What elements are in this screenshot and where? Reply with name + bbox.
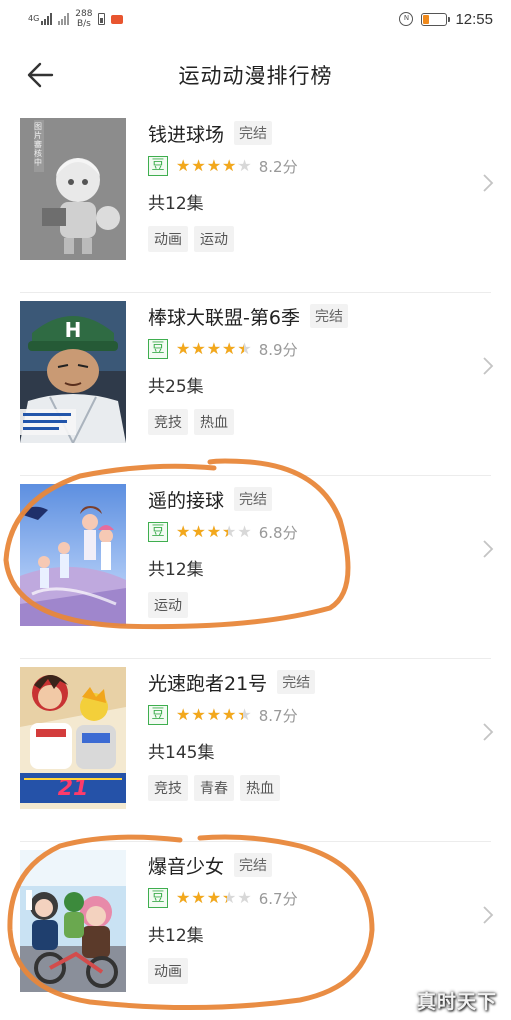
tag[interactable]: 运动 — [194, 226, 234, 252]
clock: 12:55 — [455, 10, 493, 28]
status-left: 4G 288 B/s — [28, 9, 124, 29]
page-header: 运动动漫排行榜 — [0, 48, 511, 100]
rating-row: 豆 ★★★★★★★★★★ 8.9分 — [148, 337, 461, 361]
star-rating: ★★★★★★★★★★ — [176, 888, 253, 907]
network-type: 4G — [28, 14, 40, 23]
star-rating: ★★★★★★★★★★ — [176, 339, 253, 358]
signal-icon — [41, 13, 53, 25]
star-rating: ★★★★★★★★★★ — [176, 522, 253, 541]
douban-icon: 豆 — [148, 522, 168, 542]
list-item[interactable]: H 棒球大联盟-第6季 完结 豆 ★★★★★★★★★★ 8.9分 — [20, 293, 494, 476]
list-item[interactable]: 遥的接球 完结 豆 ★★★★★★★★★★ 6.8分 共12集 运动 — [20, 476, 494, 659]
chevron-right-icon — [483, 174, 494, 192]
douban-icon: 豆 — [148, 156, 168, 176]
status-badge: 完结 — [277, 670, 316, 694]
poster-image — [20, 850, 126, 992]
status-badge: 完结 — [234, 853, 273, 877]
episode-count: 共12集 — [148, 194, 204, 214]
status-badge: 完结 — [234, 487, 273, 511]
item-info: 遥的接球 完结 豆 ★★★★★★★★★★ 6.8分 共12集 运动 — [148, 484, 461, 618]
episode-count: 共12集 — [148, 926, 204, 946]
episode-count: 共25集 — [148, 377, 204, 397]
score-text: 8.9分 — [258, 340, 298, 359]
score-text: 8.2分 — [258, 157, 298, 176]
tag-list: 竞技 热血 — [148, 409, 461, 435]
tag[interactable]: 热血 — [240, 775, 280, 801]
status-badge: 完结 — [234, 121, 273, 145]
poster-caption: 图片審核中 — [34, 122, 42, 167]
item-info: 光速跑者21号 完结 豆 ★★★★★★★★★★ 8.7分 共145集 竞技 青春… — [148, 667, 461, 801]
tag[interactable]: 动画 — [148, 958, 188, 984]
item-info: 棒球大联盟-第6季 完结 豆 ★★★★★★★★★★ 8.9分 共25集 竞技 热… — [148, 301, 461, 435]
item-title: 光速跑者21号 — [148, 672, 268, 695]
score-text: 6.8分 — [258, 523, 298, 542]
rating-row: 豆 ★★★★★★★★★★ 8.2分 — [148, 154, 461, 178]
small-battery-icon — [98, 13, 106, 25]
alarm-icon: N — [399, 12, 414, 26]
app-badge-icon — [111, 14, 124, 24]
douban-icon: 豆 — [148, 705, 168, 725]
item-title: 棒球大联盟-第6季 — [148, 306, 300, 329]
item-title: 爆音少女 — [148, 855, 225, 878]
status-badge: 完结 — [309, 304, 348, 328]
poster-image: 图片審核中 — [20, 118, 126, 260]
tag[interactable]: 竞技 — [148, 775, 188, 801]
star-rating: ★★★★★★★★★★ — [176, 705, 253, 724]
status-bar: 4G 288 B/s N 12:55 — [0, 0, 511, 38]
poster-image: 21 — [20, 667, 126, 809]
rating-row: 豆 ★★★★★★★★★★ 6.7分 — [148, 886, 461, 910]
rate-value: 288 — [75, 9, 93, 19]
item-info: 爆音少女 完结 豆 ★★★★★★★★★★ 6.7分 共12集 动画 — [148, 850, 461, 984]
douban-icon: 豆 — [148, 888, 168, 908]
tag[interactable]: 竞技 — [148, 409, 188, 435]
star-rating: ★★★★★★★★★★ — [176, 156, 253, 175]
item-info: 钱进球场 完结 豆 ★★★★★★★★★★ 8.2分 共12集 动画 运动 — [148, 118, 461, 252]
battery-icon — [421, 12, 451, 26]
score-text: 8.7分 — [258, 706, 298, 725]
douban-icon: 豆 — [148, 339, 168, 359]
wifi-signal-icon — [58, 13, 70, 25]
network-rate: 288 B/s — [75, 9, 92, 29]
watermark-text: 真时天下 — [416, 991, 497, 1013]
tag-list: 动画 — [148, 958, 461, 984]
item-title: 钱进球场 — [148, 123, 225, 146]
rate-unit: B/s — [76, 19, 91, 29]
ranking-list: 图片審核中 钱进球场 完结 豆 ★★★★★★★★★★ 8.2分 共12集 动画 … — [0, 110, 511, 1020]
tag-list: 竞技 青春 热血 — [148, 775, 461, 801]
score-text: 6.7分 — [258, 889, 298, 908]
poster-image: H — [20, 301, 126, 443]
tag[interactable]: 青春 — [194, 775, 234, 801]
item-title: 遥的接球 — [148, 489, 225, 512]
tag-list: 运动 — [148, 592, 461, 618]
status-right: N 12:55 — [399, 11, 493, 28]
episode-count: 共145集 — [148, 743, 215, 763]
tag[interactable]: 热血 — [194, 409, 234, 435]
poster-image — [20, 484, 126, 626]
rating-row: 豆 ★★★★★★★★★★ 8.7分 — [148, 703, 461, 727]
page-title: 运动动漫排行榜 — [178, 64, 333, 88]
chevron-right-icon — [483, 357, 494, 375]
tag[interactable]: 动画 — [148, 226, 188, 252]
svg-text:H: H — [65, 318, 82, 342]
episode-count: 共12集 — [148, 560, 204, 580]
chevron-right-icon — [483, 540, 494, 558]
list-item[interactable]: 21 光速跑者21号 完结 豆 ★★★★★★★★★★ 8.7分 共145集 竞技… — [20, 659, 494, 842]
list-item[interactable]: 图片審核中 钱进球场 完结 豆 ★★★★★★★★★★ 8.2分 共12集 动画 … — [20, 110, 494, 293]
tag[interactable]: 运动 — [148, 592, 188, 618]
rating-row: 豆 ★★★★★★★★★★ 6.8分 — [148, 520, 461, 544]
chevron-right-icon — [483, 723, 494, 741]
tag-list: 动画 运动 — [148, 226, 461, 252]
chevron-right-icon — [483, 906, 494, 924]
network-indicator: 4G — [28, 13, 53, 25]
